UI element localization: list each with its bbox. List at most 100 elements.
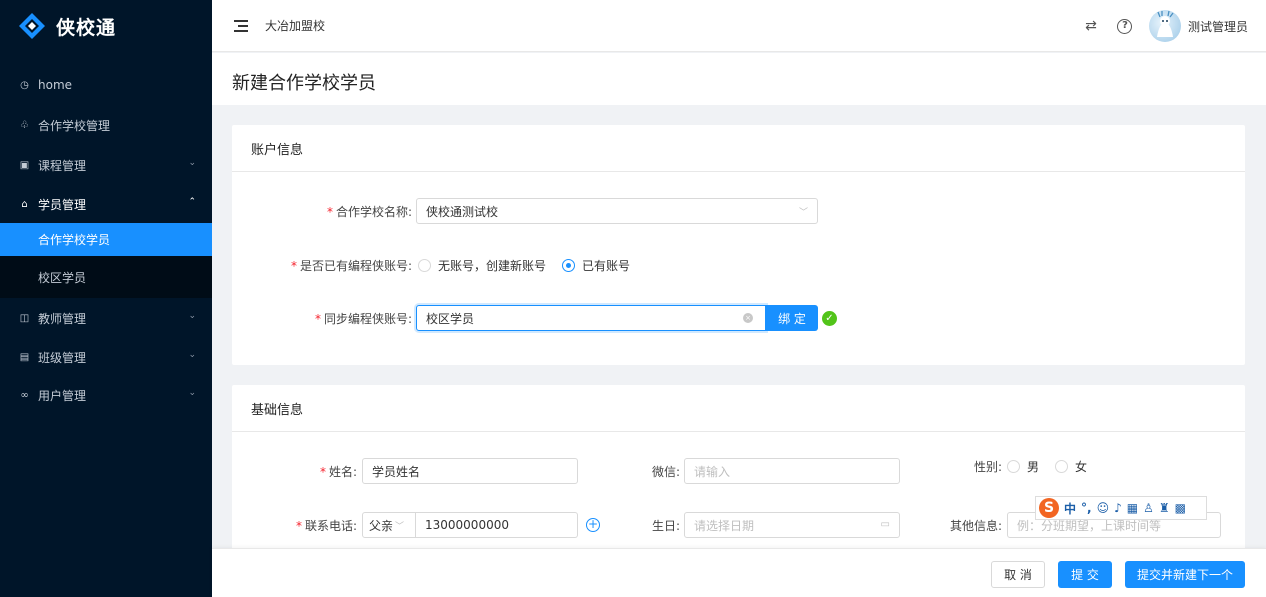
check-circle-icon: ✓ <box>822 310 837 326</box>
sidebar-item-teachers[interactable]: ◫ 教师管理 ⌄ <box>0 298 212 338</box>
clock-icon: ◷ <box>20 79 29 91</box>
radio-female[interactable]: 女 <box>1055 458 1087 475</box>
sidebar-item-courses[interactable]: ▣ 课程管理 ⌄ <box>0 145 212 185</box>
chevron-down-icon: ⌄ <box>188 388 196 398</box>
sync-account-input[interactable]: 校区学员 × <box>416 305 766 331</box>
wechat-label: 微信: <box>651 464 680 479</box>
basic-info-card: 基础信息 * 姓名: 学员姓名 微信: 请输入 性别: 男 女 * 联系电话: 父亲 <box>232 385 1245 555</box>
ime-lang[interactable]: 中 <box>1064 500 1076 517</box>
birthday-input[interactable]: 请选择日期 ▭ <box>684 512 900 538</box>
gender-label: 性别: <box>973 460 1002 474</box>
sidebar-item-label: 班级管理 <box>38 350 87 365</box>
relation-select[interactable]: 父亲 ﹀ <box>362 512 416 538</box>
teacher-icon: ◫ <box>19 312 30 324</box>
bind-button[interactable]: 绑 定 <box>766 305 818 331</box>
submit-and-new-button[interactable]: 提交并新建下一个 <box>1125 561 1245 588</box>
help-icon: ? <box>1117 18 1133 34</box>
top-header: 大冶加盟校 ⇄ ? 测试管理员 <box>212 0 1266 52</box>
sidebar-item-users[interactable]: ∞ 用户管理 ⌄ <box>0 376 212 414</box>
sync-account-row: * 同步编程侠账号: 校区学员 × 绑 定 ✓ <box>232 305 837 331</box>
name-value: 学员姓名 <box>372 464 421 479</box>
sidebar-menu: ◷ home ♧ 合作学校管理 ▣ 课程管理 ⌄ ⌂ 学员管理 ⌃ 合作学校学员… <box>0 65 212 414</box>
user-name[interactable]: 测试管理员 <box>1188 18 1248 35</box>
user-icon[interactable]: ♙ <box>1143 501 1154 515</box>
other-info-label: 其他信息: <box>949 518 1002 533</box>
phone-label: * 联系电话: <box>295 518 357 533</box>
sidebar-item-partner-school-students[interactable]: 合作学校学员 <box>0 223 212 256</box>
account-info-card: 账户信息 * 合作学校名称: 侠校通测试校 ﹀ * 是否已有编程侠账号: 无账号，创… <box>232 125 1245 365</box>
radio-circle <box>1055 460 1069 473</box>
phone-value: 13000000000 <box>425 518 509 532</box>
header-actions: ⇄ ? 测试管理员 <box>1065 0 1248 52</box>
sync-account-value: 校区学员 <box>426 311 475 326</box>
sidebar-item-label: 用户管理 <box>38 388 87 403</box>
chevron-down-icon: ⌄ <box>188 311 196 321</box>
ime-punct[interactable]: °, <box>1081 501 1092 515</box>
shirt-icon[interactable]: ♜ <box>1159 501 1170 515</box>
wechat-placeholder: 请输入 <box>694 464 731 479</box>
microphone-icon[interactable]: ♪ <box>1114 501 1122 515</box>
sidebar-item-home[interactable]: ◷ home <box>0 65 212 105</box>
sidebar: 侠校通 ◷ home ♧ 合作学校管理 ▣ 课程管理 ⌄ ⌂ 学员管理 ⌃ 合作… <box>0 0 212 597</box>
book-icon: ▣ <box>19 159 30 171</box>
chevron-up-icon: ⌃ <box>188 197 196 207</box>
wechat-input[interactable]: 请输入 <box>684 458 900 484</box>
wechat-row: 微信: 请输入 <box>612 458 900 484</box>
name-row: * 姓名: 学员姓名 <box>232 458 578 484</box>
radio-has-account[interactable]: 已有账号 <box>562 257 630 274</box>
add-phone-icon[interactable]: + <box>586 518 600 532</box>
chevron-down-icon: ⌄ <box>188 350 196 360</box>
sidebar-item-label: 教师管理 <box>38 311 87 326</box>
help-icon-wrap[interactable]: ? <box>1117 18 1133 34</box>
phone-input[interactable]: 13000000000 <box>416 512 578 538</box>
radio-no-account[interactable]: 无账号，创建新账号 <box>418 257 546 274</box>
sidebar-item-campus-students[interactable]: 校区学员 <box>0 256 212 298</box>
menu-fold-icon[interactable] <box>234 19 248 32</box>
name-input[interactable]: 学员姓名 <box>362 458 578 484</box>
sogou-logo-icon: S <box>1039 498 1059 518</box>
basic-info-title: 基础信息 <box>232 385 1245 432</box>
sidebar-item-label: 课程管理 <box>38 158 87 173</box>
calendar-icon: ▭ <box>880 519 890 530</box>
smiley-icon[interactable]: ☺ <box>1097 501 1110 515</box>
school-name-row: * 合作学校名称: 侠校通测试校 ﹀ <box>232 198 818 224</box>
student-icon: ⌂ <box>21 198 28 210</box>
avatar[interactable] <box>1148 10 1181 42</box>
sidebar-item-students[interactable]: ⌂ 学员管理 ⌃ <box>0 185 212 223</box>
account-info-title: 账户信息 <box>232 125 1245 172</box>
radio-male[interactable]: 男 <box>1007 458 1039 475</box>
birthday-label: 生日: <box>651 518 680 533</box>
brand[interactable]: 侠校通 <box>0 0 212 52</box>
radio-circle <box>418 259 431 272</box>
radio-female-label: 女 <box>1075 460 1088 474</box>
ime-toolbar[interactable]: S 中 °, ☺ ♪ ▦ ♙ ♜ ▩ <box>1035 496 1207 520</box>
school-name-select[interactable]: 侠校通测试校 ﹀ <box>416 198 818 224</box>
radio-no-account-label: 无账号，创建新账号 <box>438 259 547 273</box>
keyboard-icon[interactable]: ▦ <box>1127 501 1138 515</box>
brand-logo-icon <box>18 12 46 40</box>
chevron-down-icon: ﹀ <box>798 208 808 218</box>
sync-account-label: * 同步编程侠账号: <box>314 311 412 326</box>
gender-row: 性别: 男 女 <box>932 458 1103 475</box>
page-header: 新建合作学校学员 <box>212 53 1266 105</box>
clear-icon[interactable]: × <box>743 313 753 323</box>
sidebar-item-classes[interactable]: ▤ 班级管理 ⌄ <box>0 338 212 376</box>
sidebar-item-label: 学员管理 <box>38 197 87 212</box>
submit-button[interactable]: 提 交 <box>1058 561 1112 588</box>
students-submenu: 合作学校学员 校区学员 <box>0 223 212 298</box>
phone-row: * 联系电话: 父亲 ﹀ 13000000000 + <box>232 512 600 538</box>
chevron-down-icon: ⌄ <box>188 158 196 168</box>
name-label: * 姓名: <box>319 464 357 479</box>
radio-has-account-label: 已有账号 <box>582 259 631 273</box>
form-footer: 取 消 提 交 提交并新建下一个 <box>212 548 1266 597</box>
has-account-row: * 是否已有编程侠账号: 无账号，创建新账号 已有账号 <box>232 257 646 274</box>
chevron-down-icon: ﹀ <box>395 521 405 532</box>
grid-icon[interactable]: ▩ <box>1175 501 1186 515</box>
swap-icon[interactable]: ⇄ <box>1083 18 1099 34</box>
sidebar-item-partner-schools[interactable]: ♧ 合作学校管理 <box>0 105 212 145</box>
school-name-value: 侠校通测试校 <box>426 204 499 219</box>
relation-value: 父亲 <box>369 518 394 533</box>
has-account-label: * 是否已有编程侠账号: <box>290 259 412 273</box>
cancel-button[interactable]: 取 消 <box>991 561 1045 588</box>
birthday-placeholder: 请选择日期 <box>694 518 755 533</box>
